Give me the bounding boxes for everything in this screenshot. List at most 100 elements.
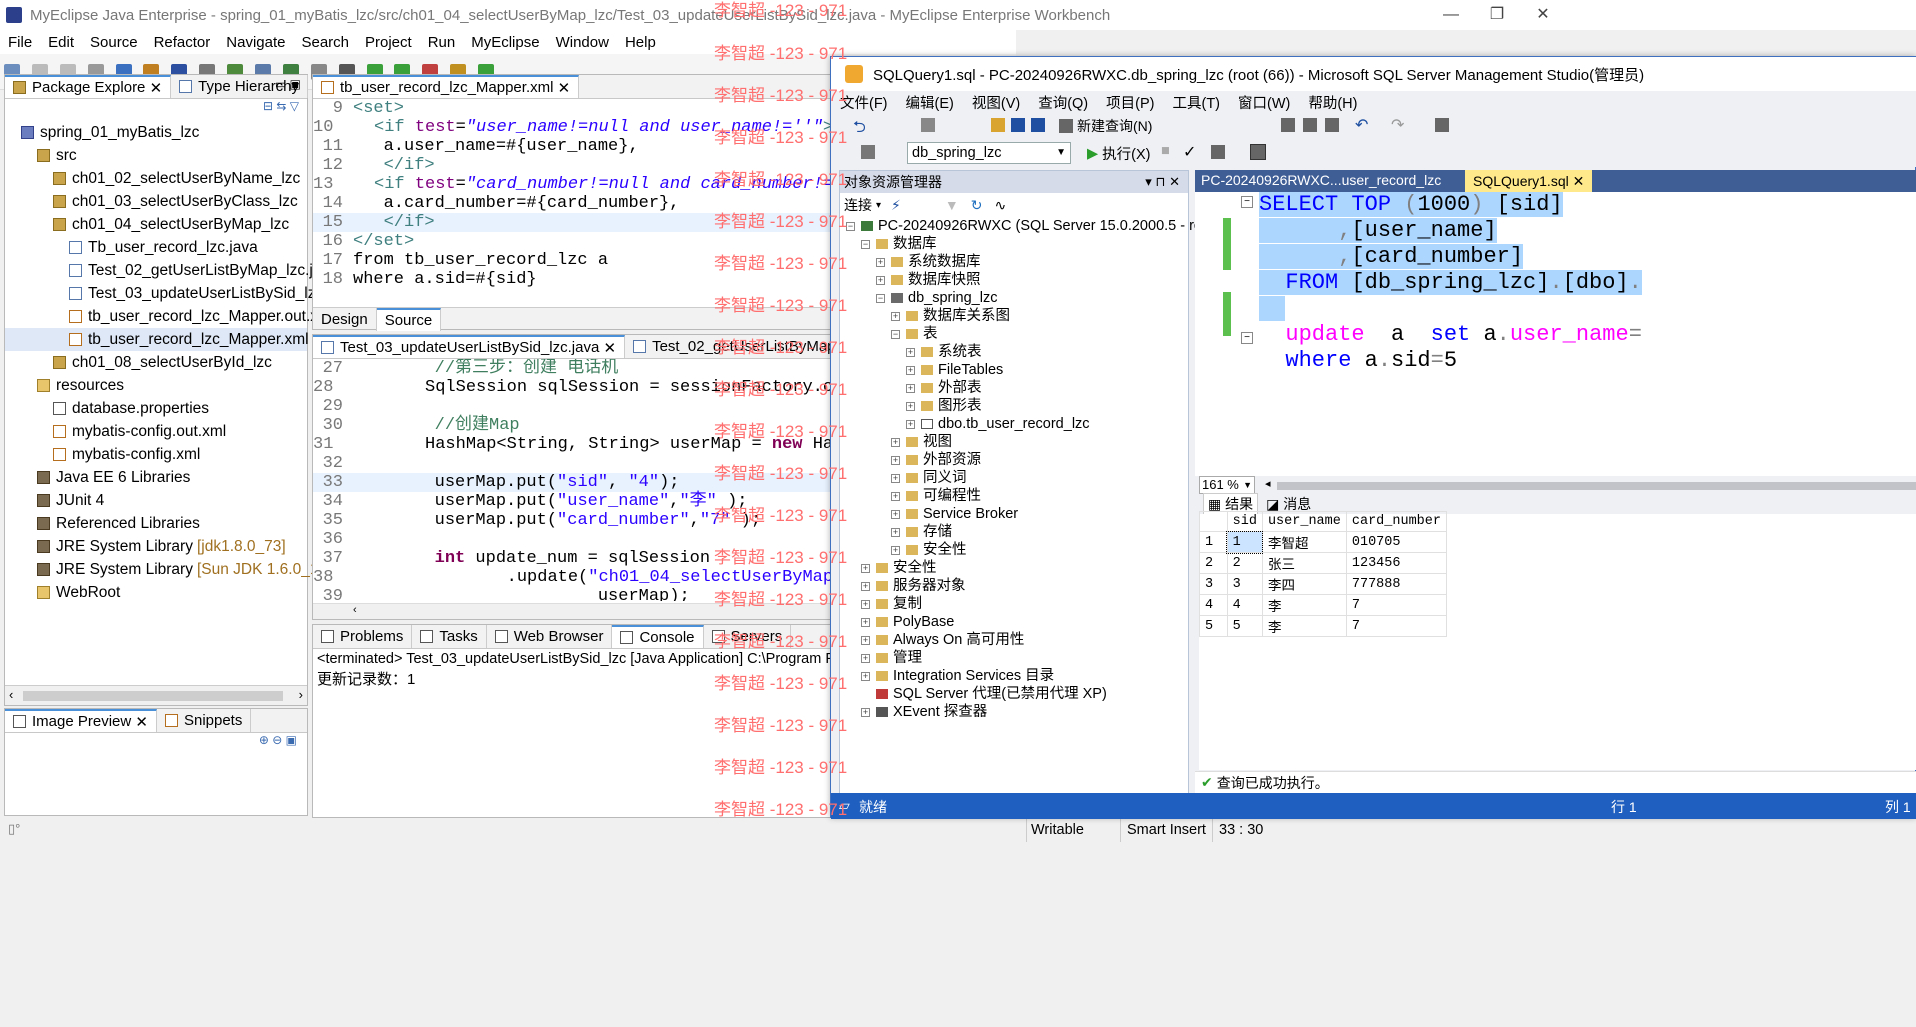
oe-tree-item[interactable]: + 存储 — [840, 523, 1188, 541]
oe-tree-item[interactable]: + 数据库快照 — [840, 271, 1188, 289]
tree-item[interactable]: Test_03_updateUserListBySid_lzc.java — [5, 282, 356, 305]
stop-icon[interactable]: ■ — [1161, 143, 1170, 159]
collapse-icon[interactable]: − — [1241, 332, 1253, 344]
save-all-icon[interactable] — [1031, 118, 1045, 132]
expand-icon[interactable]: + — [861, 671, 870, 681]
menu-item-help[interactable]: Help — [625, 34, 656, 51]
menu-item-navigate[interactable]: Navigate — [226, 34, 285, 51]
menu-item-file[interactable]: File — [8, 34, 32, 51]
oe-tree-item[interactable]: + 安全性 — [840, 559, 1188, 577]
oe-tree-item[interactable]: + PolyBase — [840, 613, 1188, 631]
oe-tree-item[interactable]: + 可编程性 — [840, 487, 1188, 505]
collapse-all-icon[interactable]: ⊟ — [263, 99, 273, 113]
column-header[interactable]: card_number — [1345, 511, 1448, 532]
debug-icon[interactable] — [861, 145, 875, 159]
ssms-menu-item[interactable]: 文件(F) — [840, 92, 888, 113]
table-cell[interactable]: 李 — [1261, 615, 1347, 637]
oe-tree-item[interactable]: − 表 — [840, 325, 1188, 343]
tab-web-browser[interactable]: Web Browser — [487, 625, 613, 648]
connect-button[interactable]: 连接 — [844, 195, 872, 215]
activity-monitor-icon[interactable]: ∿ — [994, 197, 1006, 214]
filter-icon[interactable]: ▼ — [945, 197, 959, 213]
menu-item-edit[interactable]: Edit — [48, 34, 74, 51]
expand-icon[interactable]: + — [861, 617, 870, 627]
tab-image-preview[interactable]: Image Preview ✕ — [5, 709, 157, 732]
new-query-button[interactable]: 新建查询(N) — [1059, 116, 1152, 136]
tree-item[interactable]: WebRoot — [5, 581, 307, 604]
table-row[interactable]: 1 1 李智超 010705 — [1199, 530, 1448, 554]
table-cell[interactable]: 李 — [1261, 594, 1347, 616]
minimize-button[interactable]: — — [1428, 0, 1474, 30]
expand-icon[interactable]: + — [876, 257, 885, 267]
expand-icon[interactable] — [861, 690, 870, 699]
tree-item[interactable]: mybatis-config.xml — [5, 443, 307, 466]
oe-tree-item[interactable]: + FileTables — [840, 361, 1188, 379]
tab-sqlquery1[interactable]: SQLQuery1.sql ✕ — [1465, 170, 1593, 192]
oe-tree-item[interactable]: + 复制 — [840, 595, 1188, 613]
menu-item-project[interactable]: Project — [365, 34, 412, 51]
ssms-menu-item[interactable]: 编辑(E) — [906, 92, 954, 113]
expand-icon[interactable]: + — [861, 599, 870, 609]
redo-icon[interactable]: ↷ — [1391, 115, 1404, 135]
ssms-menu-item[interactable]: 帮助(H) — [1308, 92, 1357, 113]
oe-tree-item[interactable]: + Integration Services 目录 — [840, 667, 1188, 685]
java-code-area[interactable]: 27 //第三步：创建 电话机 28 SqlSession sqlSession … — [313, 359, 831, 601]
tree-item[interactable]: JRE System Library [jdk1.8.0_73] — [5, 535, 307, 558]
expand-icon[interactable]: + — [861, 581, 870, 591]
zoom-in-icon[interactable]: ⊕ — [259, 733, 269, 747]
horizontal-scrollbar[interactable]: ‹ › — [5, 685, 307, 705]
refresh-icon[interactable]: ↻ — [971, 197, 983, 214]
tree-item[interactable]: tb_user_record_lzc_Mapper.out.xml — [5, 305, 334, 328]
oe-tree-item[interactable]: + 图形表 — [840, 397, 1188, 415]
table-row[interactable]: 44李7 — [1199, 594, 1448, 616]
open-file-icon[interactable] — [991, 118, 1005, 132]
expand-icon[interactable]: + — [906, 419, 915, 429]
oe-tree-item[interactable]: + 数据库关系图 — [840, 307, 1188, 325]
collapse-icon[interactable]: − — [1241, 196, 1253, 208]
tab-problems[interactable]: Problems — [313, 625, 413, 648]
xml-code-area[interactable]: 9 <set> 10 <if test="user_name!=null and u… — [313, 99, 831, 307]
oe-tree-item[interactable]: + Always On 高可用性 — [840, 631, 1188, 649]
collapse-icon[interactable]: − — [846, 221, 855, 231]
link-editor-icon[interactable]: ⇆ — [276, 99, 286, 113]
copy-icon[interactable] — [1303, 118, 1317, 132]
fit-icon[interactable]: ▣ — [286, 733, 297, 747]
table-cell[interactable]: 李智超 — [1261, 531, 1347, 553]
ssms-menu-item[interactable]: 视图(V) — [972, 92, 1020, 113]
tree-item[interactable]: tb_user_record_lzc_Mapper.xml — [5, 328, 309, 351]
undo-icon[interactable]: ↶ — [1355, 115, 1368, 135]
zoom-select[interactable]: 161 % ▼ — [1199, 476, 1255, 494]
tree-item[interactable]: JUnit 4 — [5, 489, 307, 512]
oe-tree-item[interactable]: + 服务器对象 — [840, 577, 1188, 595]
plan-icon[interactable] — [1211, 145, 1225, 159]
oe-tree-item[interactable]: + 安全性 — [840, 541, 1188, 559]
column-header[interactable]: sid — [1226, 511, 1263, 532]
save-icon[interactable] — [1011, 118, 1025, 132]
tree-item[interactable]: src — [5, 144, 307, 167]
expand-icon[interactable]: + — [891, 545, 900, 555]
table-row[interactable]: 3 3 李四 777888 — [1199, 573, 1448, 595]
tree-item[interactable]: ch01_03_selectUserByClass_lzc — [5, 190, 307, 213]
oe-tree-item[interactable]: − PC-20240926RWXC (SQL Server 15.0.2000.5… — [840, 217, 1219, 235]
ssms-menu-item[interactable]: 窗口(W) — [1238, 92, 1290, 113]
oe-tree-item[interactable]: + dbo.tb_user_record_lzc — [840, 415, 1188, 433]
table-cell[interactable]: 7 — [1345, 594, 1448, 616]
expand-icon[interactable]: + — [906, 347, 915, 357]
table-cell[interactable]: 5 — [1226, 615, 1263, 637]
ssms-menu-item[interactable]: 查询(Q) — [1038, 92, 1088, 113]
tree-item[interactable]: database.properties — [5, 397, 307, 420]
tab-tasks[interactable]: Tasks — [412, 625, 487, 648]
oe-tree-item[interactable]: + 同义词 — [840, 469, 1188, 487]
console-output[interactable]: 更新记录数：1 — [313, 669, 831, 691]
table-cell[interactable]: 4 — [1226, 594, 1263, 616]
table-cell[interactable]: 2 — [1226, 552, 1263, 574]
collapse-icon[interactable]: − — [861, 239, 870, 249]
oe-tree-item[interactable]: + Service Broker — [840, 505, 1188, 523]
execute-button[interactable]: ▶ 执行(X) — [1087, 143, 1151, 164]
menu-item-refactor[interactable]: Refactor — [154, 34, 211, 51]
maximize-button[interactable]: ❐ — [1474, 0, 1520, 30]
parse-check-icon[interactable]: ✓ — [1183, 142, 1196, 162]
view-menu-icon[interactable]: ▽ — [290, 99, 299, 113]
close-button[interactable]: ✕ — [1520, 0, 1566, 30]
view-minmax-icon[interactable]: ▭ ▣ — [275, 77, 301, 91]
